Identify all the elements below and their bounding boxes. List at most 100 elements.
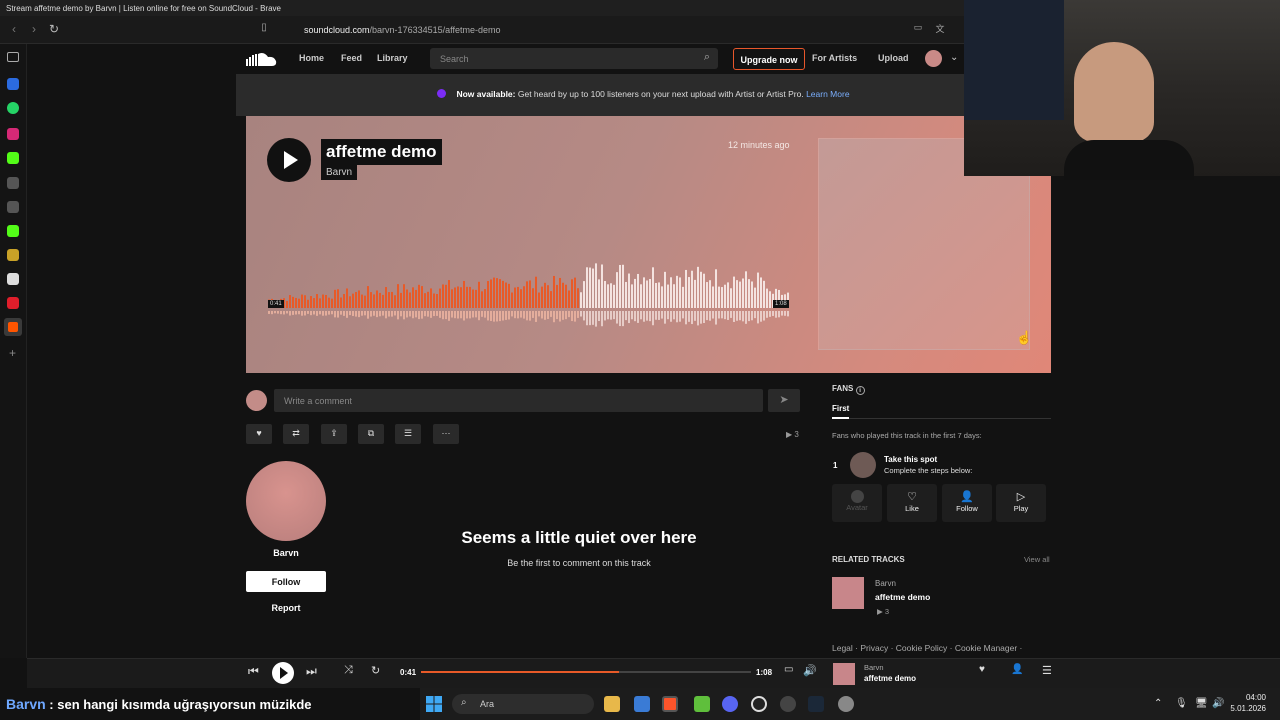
legal-links[interactable]: Legal · Privacy · Cookie Policy · Cookie…: [832, 643, 1022, 653]
instagram-icon[interactable]: [7, 128, 19, 140]
player-artist[interactable]: Barvn: [864, 663, 884, 672]
related-track-artist[interactable]: Barvn: [875, 579, 896, 588]
nav-upload[interactable]: Upload: [878, 53, 909, 63]
nav-for-artists[interactable]: For Artists: [812, 53, 857, 63]
player-artwork[interactable]: [833, 663, 855, 685]
settings-icon[interactable]: [838, 696, 854, 712]
related-track-artwork[interactable]: [832, 577, 864, 609]
forward-icon[interactable]: ›: [26, 22, 42, 38]
speaker-icon[interactable]: 🔊: [1212, 698, 1224, 709]
windows-start-icon[interactable]: [426, 696, 442, 712]
waveform-reflection-bar: [397, 311, 399, 320]
back-icon[interactable]: ‹: [6, 22, 22, 38]
player-follow-icon[interactable]: 👤: [1011, 664, 1023, 675]
repeat-icon[interactable]: ↻: [371, 664, 380, 677]
brave-icon[interactable]: [662, 696, 678, 712]
cast-icon[interactable]: ▭: [910, 22, 926, 38]
waveform-reflection-bar: [505, 311, 507, 320]
step-like[interactable]: ♡ Like: [887, 484, 937, 522]
cast-device-icon[interactable]: ▭: [784, 664, 793, 675]
file-explorer-icon[interactable]: [604, 696, 620, 712]
soundcloud-tab-icon[interactable]: [4, 318, 22, 336]
taskbar-clock[interactable]: 04:00 5.01.2026: [1226, 692, 1266, 714]
view-all-link[interactable]: View all: [1024, 555, 1050, 564]
nav-home[interactable]: Home: [299, 53, 324, 63]
search-icon[interactable]: ⌕: [704, 51, 710, 64]
track-artist[interactable]: Barvn: [321, 165, 358, 180]
waveform-reflection-bar: [322, 311, 324, 316]
follow-button[interactable]: Follow: [246, 571, 326, 592]
player-title[interactable]: affetme demo: [864, 674, 916, 683]
learn-more-link[interactable]: Learn More: [806, 89, 849, 99]
copy-link-icon[interactable]: ⧉: [358, 424, 384, 444]
report-button[interactable]: Report: [246, 603, 326, 613]
waveform-reflection-bar: [403, 311, 405, 320]
extension-icon-2[interactable]: [7, 273, 19, 285]
mute-icon[interactable]: [7, 177, 19, 189]
mute-icon-2[interactable]: [7, 201, 19, 213]
whatsapp-icon[interactable]: [7, 102, 19, 114]
search-input[interactable]: Search ⌕: [430, 48, 718, 69]
add-icon[interactable]: +: [9, 346, 16, 360]
waveform-reflection-bar: [283, 311, 285, 315]
waveform-bar: [502, 280, 504, 308]
waveform-bar: [541, 286, 543, 308]
kick-icon-2[interactable]: [7, 225, 19, 237]
translate-icon[interactable]: 文: [932, 22, 948, 38]
app-icon[interactable]: [780, 696, 796, 712]
add-to-playlist-icon[interactable]: ☰: [395, 424, 421, 444]
address-bar[interactable]: soundcloud.com/barvn-176334515/affetme-d…: [280, 20, 920, 40]
play-button[interactable]: [267, 138, 311, 182]
like-icon[interactable]: ♥: [246, 424, 272, 444]
player-play-button[interactable]: [272, 662, 294, 684]
kick-icon[interactable]: [7, 152, 19, 164]
microphone-icon[interactable]: 🎙: [1175, 698, 1188, 709]
info-icon[interactable]: i: [855, 386, 865, 395]
network-icon[interactable]: 🖥: [1195, 698, 1208, 709]
soundcloud-logo[interactable]: [246, 52, 278, 66]
send-icon[interactable]: ➤: [768, 389, 800, 412]
steam-icon[interactable]: [808, 696, 824, 712]
bookmark-icon[interactable]: ▯: [256, 22, 272, 38]
waveform-reflection-bar: [433, 311, 435, 317]
waveform-reflection-bar: [538, 311, 540, 317]
youtube-icon[interactable]: [7, 297, 19, 309]
shuffle-icon[interactable]: ⤨: [344, 664, 353, 677]
taskbar-search[interactable]: ⌕ Ara: [452, 694, 594, 714]
discord-icon[interactable]: [722, 696, 738, 712]
waveform-reflection-bar: [421, 311, 423, 319]
previous-icon[interactable]: ⏮: [248, 664, 259, 679]
upgrade-button[interactable]: Upgrade now: [733, 48, 805, 70]
step-play[interactable]: ▷ Play: [996, 484, 1046, 522]
waveform-reflection-bar: [595, 311, 597, 327]
user-avatar[interactable]: [925, 50, 942, 67]
nav-feed[interactable]: Feed: [341, 53, 362, 63]
more-icon[interactable]: ···: [433, 424, 459, 444]
uploader-name[interactable]: Barvn: [246, 548, 326, 558]
player-like-icon[interactable]: ♥: [979, 664, 985, 675]
reload-icon[interactable]: ↻: [46, 22, 62, 38]
queue-icon[interactable]: ☰: [1042, 664, 1052, 677]
extension-icon[interactable]: [7, 249, 19, 261]
share-icon[interactable]: ⇪: [321, 424, 347, 444]
waveform[interactable]: [268, 262, 790, 332]
uploader-avatar[interactable]: [246, 461, 326, 541]
next-icon[interactable]: ⏭: [306, 664, 317, 679]
vpn-icon[interactable]: [7, 78, 19, 90]
waveform-reflection-bar: [304, 311, 306, 316]
comment-input[interactable]: Write a comment: [274, 389, 763, 412]
sidebar-panel-icon[interactable]: [7, 52, 19, 62]
obs-icon[interactable]: [751, 696, 767, 712]
volume-icon[interactable]: 🔊: [803, 664, 817, 677]
waveform-bar: [310, 296, 312, 308]
tab-first[interactable]: First: [832, 404, 849, 413]
waveform-bar: [553, 275, 555, 308]
step-follow[interactable]: 👤 Follow: [942, 484, 992, 522]
tray-chevron-icon[interactable]: ⌃: [1154, 698, 1162, 709]
related-track-title[interactable]: affetme demo: [875, 592, 930, 602]
store-icon[interactable]: [634, 696, 650, 712]
chevron-down-icon[interactable]: ⌄: [950, 52, 958, 63]
repost-icon[interactable]: ⇄: [283, 424, 309, 444]
nav-library[interactable]: Library: [377, 53, 408, 63]
fl-studio-icon[interactable]: [694, 696, 710, 712]
